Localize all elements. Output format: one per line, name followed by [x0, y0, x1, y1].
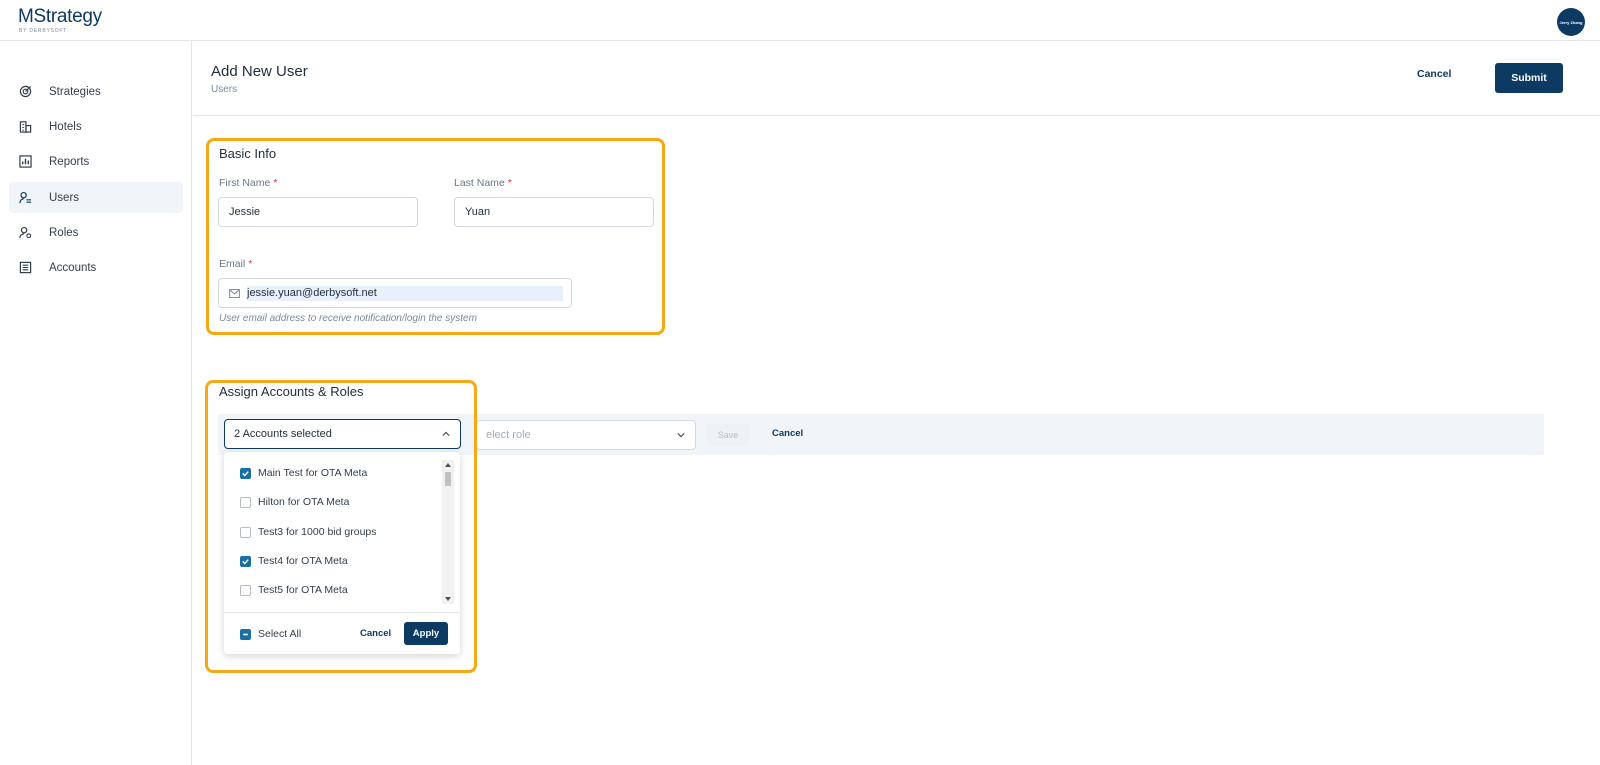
accounts-dropdown: Main Test for OTA Meta Hilton for OTA Me… — [224, 452, 460, 654]
scroll-up-arrow-icon[interactable] — [445, 462, 451, 467]
dropdown-cancel-button[interactable]: Cancel — [360, 628, 391, 639]
sidebar-item-label: Hotels — [49, 120, 82, 133]
top-bar: MStrategy BY DERBYSOFT Jerry Zhang — [0, 0, 1600, 41]
target-icon — [18, 85, 32, 99]
sidebar: Strategies Hotels Reports Users Roles Ac… — [0, 41, 192, 765]
checkbox-checked[interactable] — [240, 467, 251, 479]
sidebar-item-accounts[interactable]: Accounts — [9, 252, 183, 283]
app-logo[interactable]: MStrategy BY DERBYSOFT — [18, 6, 102, 35]
logo-subtitle: BY DERBYSOFT — [19, 28, 68, 34]
ledger-icon — [18, 261, 32, 275]
checkbox-indeterminate[interactable] — [240, 628, 251, 640]
user-avatar[interactable]: Jerry Zhang — [1557, 8, 1585, 36]
sidebar-item-label: Users — [49, 191, 80, 204]
cancel-button[interactable]: Cancel — [1417, 68, 1451, 80]
account-option-label: Test5 for OTA Meta — [258, 584, 348, 596]
account-option-label: Hilton for OTA Meta — [258, 496, 350, 508]
sidebar-item-hotels[interactable]: Hotels — [9, 111, 183, 142]
breadcrumb[interactable]: Users — [211, 84, 237, 95]
select-all-label: Select All — [258, 628, 302, 640]
email-value: jessie.yuan@derbysoft.net — [247, 285, 563, 301]
user-gear-icon — [18, 226, 32, 240]
account-option-label: Test4 for OTA Meta — [258, 555, 348, 567]
dropdown-footer: Select All Cancel Apply — [224, 612, 460, 654]
building-icon — [18, 120, 32, 134]
bar-chart-icon — [18, 155, 32, 169]
last-name-label: Last Name * — [454, 177, 512, 189]
apply-button[interactable]: Apply — [404, 622, 448, 645]
account-option[interactable]: Test4 for OTA Meta — [240, 553, 348, 569]
role-select[interactable]: elect role — [476, 420, 696, 450]
chevron-up-icon — [442, 431, 450, 436]
page-header: Add New User Users Cancel Submit — [193, 41, 1600, 116]
last-name-label-text: Last Name — [454, 177, 505, 189]
scrollbar-thumb[interactable] — [445, 472, 451, 486]
assign-title: Assign Accounts & Roles — [219, 384, 364, 399]
account-option-label: Test3 for 1000 bid groups — [258, 526, 377, 538]
save-button[interactable]: Save — [707, 424, 749, 446]
mail-icon — [229, 288, 240, 298]
cancel-assign-button[interactable]: Cancel — [772, 428, 803, 439]
role-select-placeholder: elect role — [486, 429, 531, 441]
account-option-label: Main Test for OTA Meta — [258, 467, 368, 479]
scroll-down-arrow-icon[interactable] — [445, 597, 451, 602]
sidebar-item-label: Strategies — [49, 85, 101, 98]
first-name-label-text: First Name — [219, 177, 271, 189]
email-field[interactable]: jessie.yuan@derbysoft.net — [218, 278, 572, 308]
page-title: Add New User — [211, 63, 308, 80]
sidebar-item-reports[interactable]: Reports — [9, 146, 183, 177]
required-mark: * — [507, 177, 512, 189]
required-mark: * — [248, 258, 253, 270]
sidebar-item-roles[interactable]: Roles — [9, 217, 183, 248]
chevron-down-icon — [677, 433, 685, 438]
user-list-icon — [18, 191, 32, 205]
logo-text: MStrategy — [18, 6, 102, 27]
submit-button[interactable]: Submit — [1495, 63, 1563, 93]
checkbox-checked[interactable] — [240, 555, 251, 567]
first-name-label: First Name * — [219, 177, 277, 189]
sidebar-item-users[interactable]: Users — [9, 182, 183, 213]
email-helper-text: User email address to receive notificati… — [219, 313, 477, 324]
basic-info-title: Basic Info — [219, 146, 277, 161]
email-label-text: Email — [219, 258, 246, 270]
account-option[interactable]: Test3 for 1000 bid groups — [240, 524, 377, 540]
account-option[interactable]: Hilton for OTA Meta — [240, 494, 349, 510]
account-option[interactable]: Test5 for OTA Meta — [240, 582, 348, 598]
sidebar-item-label: Reports — [49, 155, 90, 168]
select-all-option[interactable]: Select All — [240, 626, 301, 642]
checkbox[interactable] — [240, 526, 251, 538]
dropdown-scrollbar[interactable] — [442, 460, 454, 604]
first-name-input[interactable]: Jessie — [218, 197, 418, 227]
sidebar-item-label: Accounts — [49, 261, 97, 274]
account-option[interactable]: Main Test for OTA Meta — [240, 465, 367, 481]
checkbox[interactable] — [240, 496, 251, 508]
sidebar-item-strategies[interactable]: Strategies — [9, 76, 183, 107]
email-label: Email * — [219, 258, 252, 270]
sidebar-item-label: Roles — [49, 226, 79, 239]
required-mark: * — [273, 177, 278, 189]
accounts-select-value: 2 Accounts selected — [234, 428, 332, 440]
checkbox[interactable] — [240, 584, 251, 596]
last-name-input[interactable]: Yuan — [454, 197, 654, 227]
accounts-select[interactable]: 2 Accounts selected — [224, 419, 461, 449]
